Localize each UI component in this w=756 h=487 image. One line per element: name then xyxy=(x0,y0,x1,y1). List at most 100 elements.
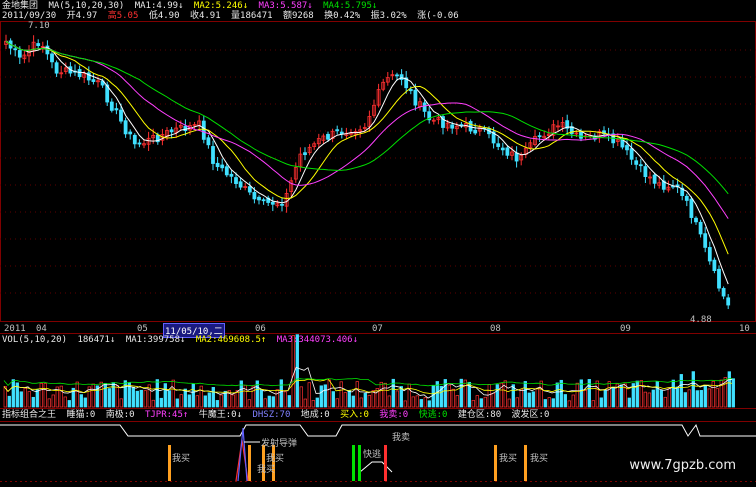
volume-bar xyxy=(663,396,667,408)
volume-bar xyxy=(503,380,507,408)
watermark: www.7gpzb.com xyxy=(629,458,736,473)
candle-body xyxy=(238,181,243,188)
volume-bar xyxy=(315,397,319,408)
ind-escape: 快逃:0 xyxy=(418,410,448,420)
volume-bar xyxy=(519,388,523,408)
volume-bar xyxy=(59,385,63,408)
volume-bar xyxy=(347,390,351,408)
volume-bar xyxy=(247,399,251,408)
volume-bar xyxy=(423,397,427,408)
volume-bar xyxy=(479,398,483,408)
volume-bar xyxy=(199,385,203,408)
candle-body xyxy=(684,195,689,201)
signal-bar xyxy=(494,445,497,481)
volume-bar xyxy=(27,391,31,408)
candle-body xyxy=(109,101,114,111)
volume-bar xyxy=(203,395,207,408)
vol-ma3: MA3:344073.406↓ xyxy=(276,335,358,345)
candle-body xyxy=(703,233,708,248)
volume-bar xyxy=(7,395,11,408)
volume-bar xyxy=(79,394,83,408)
volume-bar xyxy=(115,385,119,408)
candle-body xyxy=(261,199,266,202)
volume-bar xyxy=(327,379,331,408)
volume-bar xyxy=(303,398,307,408)
ind-sleep-cat: 睡猫:0 xyxy=(66,410,96,420)
volume-bar xyxy=(107,388,111,408)
volume-bar xyxy=(171,379,175,408)
volume-bar xyxy=(687,389,691,408)
ind-dhsz: DHSZ:70 xyxy=(252,410,291,420)
volume-bar xyxy=(695,390,699,408)
volume-bar xyxy=(679,374,683,408)
ind-build-zone: 建仓区:80 xyxy=(457,410,502,420)
volume-bar xyxy=(323,384,327,408)
volume-bar xyxy=(635,380,639,408)
candle-body xyxy=(50,53,54,63)
volume-bar xyxy=(183,388,187,408)
candle-body xyxy=(707,247,712,262)
candle-body xyxy=(229,173,234,177)
candle-body xyxy=(625,145,629,151)
volume-bar xyxy=(531,391,535,408)
volume-bar xyxy=(683,392,687,408)
ind-buy: 买入:0 xyxy=(340,410,369,420)
candle-body xyxy=(629,148,634,160)
signal-bar xyxy=(358,445,361,481)
volume-bar xyxy=(639,380,643,408)
volume-bar xyxy=(407,383,411,408)
volume-bar xyxy=(235,390,239,408)
volume-bar xyxy=(451,388,455,408)
candle-body xyxy=(77,69,82,78)
vol-value: 186471↓ xyxy=(77,335,116,345)
volume-bar xyxy=(651,389,655,408)
volume-bar xyxy=(139,389,143,408)
volume-bar xyxy=(595,380,599,408)
ind-south-pole: 南极:0 xyxy=(105,410,135,420)
volume-bar xyxy=(167,390,171,408)
volume-bar xyxy=(299,386,303,408)
high-marker: 7.10 xyxy=(28,21,50,31)
volume-bar xyxy=(175,398,179,408)
candle-body xyxy=(17,50,22,58)
candle-body xyxy=(280,203,284,206)
volume-bar xyxy=(427,400,431,408)
signal-bar xyxy=(524,445,527,481)
volume-bar xyxy=(415,395,419,408)
volume-bar xyxy=(359,397,363,408)
signal-missile: 发射导弹 xyxy=(261,439,298,449)
volume-bar xyxy=(111,382,115,408)
candle-body xyxy=(257,196,261,201)
candle-body xyxy=(303,152,307,156)
volume-bar xyxy=(707,388,711,408)
volume-bar xyxy=(63,396,67,408)
volume-bar xyxy=(259,389,263,408)
volume-bar xyxy=(619,384,623,408)
signal-bar xyxy=(248,445,251,481)
signal-bar xyxy=(384,445,387,481)
volume-bar xyxy=(363,392,367,408)
volume-bar xyxy=(135,390,139,408)
volume-bar xyxy=(575,382,579,408)
signal-buy-3: 我买 xyxy=(257,465,276,475)
candle-body xyxy=(132,134,137,145)
volume-bar xyxy=(355,381,359,408)
candle-body xyxy=(206,137,211,146)
volume-bar xyxy=(275,389,279,408)
candle-body xyxy=(137,142,142,145)
candle-body xyxy=(408,89,413,92)
signal-bar xyxy=(168,445,171,481)
candle-body xyxy=(123,120,128,135)
volume-header-row: VOL(5,10,20) 186471↓ MA1:399758↓ MA2:469… xyxy=(2,335,363,346)
candle-body xyxy=(496,143,501,147)
volume-bar xyxy=(455,395,459,408)
candle-body xyxy=(119,109,123,122)
indicator-name: 指标组合之王 xyxy=(2,410,57,420)
candle-body xyxy=(717,268,721,289)
candle-body xyxy=(698,221,703,235)
volume-bar xyxy=(463,379,467,408)
candle-body xyxy=(712,259,717,272)
volume-bar xyxy=(655,381,659,408)
candle-body xyxy=(36,43,41,46)
volume-bar xyxy=(195,395,199,408)
